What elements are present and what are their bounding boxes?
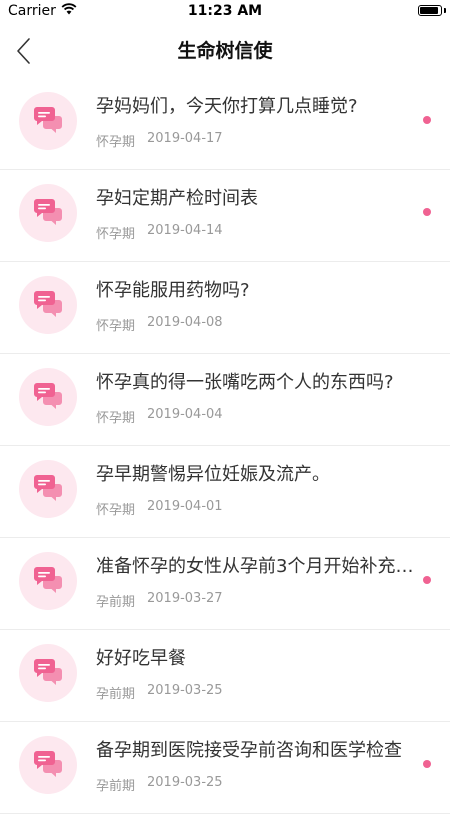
- message-category: 孕前期: [96, 779, 136, 794]
- message-item[interactable]: 怀孕能服用药物吗? 怀孕期 2019-04-08: [0, 262, 450, 354]
- status-time: 11:23 AM: [187, 3, 263, 19]
- message-category: 孕前期: [96, 595, 136, 610]
- message-item[interactable]: 孕妇定期产检时间表怀孕期 2019-04-14: [0, 170, 450, 262]
- message-category: 怀孕期: [96, 503, 136, 518]
- message-category: 怀孕期: [96, 227, 136, 242]
- chat-bubbles-icon: [19, 92, 77, 150]
- chat-bubbles-icon: [19, 184, 77, 242]
- message-meta: 怀孕期 2019-04-14: [96, 223, 223, 242]
- message-category: 怀孕期: [96, 135, 136, 150]
- unread-dot: [423, 116, 431, 124]
- battery-icon: [418, 5, 442, 16]
- message-date: 2019-03-27: [147, 591, 223, 606]
- message-date: 2019-04-01: [147, 499, 223, 514]
- message-title: 备孕期到医院接受孕前咨询和医学检查: [96, 740, 402, 761]
- chat-bubbles-icon: [19, 276, 77, 334]
- message-date: 2019-04-17: [147, 131, 223, 146]
- message-category: 孕前期: [96, 687, 136, 702]
- message-title: 准备怀孕的女性从孕前3个月开始补充叶酸: [96, 556, 426, 577]
- chat-bubbles-icon: [19, 736, 77, 794]
- status-bar: Carrier 11:23 AM: [0, 0, 450, 22]
- message-item[interactable]: 怀孕真的得一张嘴吃两个人的东西吗? 怀孕期 2019-04-04: [0, 354, 450, 446]
- message-date: 2019-03-25: [147, 775, 223, 790]
- message-date: 2019-04-04: [147, 407, 223, 422]
- message-meta: 孕前期 2019-03-25: [96, 683, 223, 702]
- message-title: 孕妈妈们，今天你打算几点睡觉?: [96, 96, 358, 117]
- message-title: 怀孕能服用药物吗?: [96, 280, 250, 301]
- message-item[interactable]: 孕妈妈们，今天你打算几点睡觉? 怀孕期 2019-04-17: [0, 78, 450, 170]
- message-meta: 怀孕期 2019-04-08: [96, 315, 223, 334]
- message-category: 怀孕期: [96, 411, 136, 426]
- nav-bar: 生命树信使: [0, 22, 450, 78]
- unread-dot: [423, 760, 431, 768]
- chat-bubbles-icon: [19, 368, 77, 426]
- message-title: 怀孕真的得一张嘴吃两个人的东西吗?: [96, 372, 394, 393]
- message-meta: 孕前期 2019-03-25: [96, 775, 223, 794]
- message-category: 怀孕期: [96, 319, 136, 334]
- message-date: 2019-04-14: [147, 223, 223, 238]
- message-title: 孕早期警惕异位妊娠及流产。: [96, 464, 330, 485]
- message-title: 孕妇定期产检时间表: [96, 188, 258, 209]
- message-meta: 怀孕期 2019-04-17: [96, 131, 223, 150]
- message-item[interactable]: 准备怀孕的女性从孕前3个月开始补充叶酸孕前期 2019-03-27: [0, 538, 450, 630]
- message-date: 2019-04-08: [147, 315, 223, 330]
- chat-bubbles-icon: [19, 644, 77, 702]
- message-title: 好好吃早餐: [96, 648, 186, 669]
- battery-cap: [444, 8, 446, 13]
- message-meta: 怀孕期 2019-04-01: [96, 499, 223, 518]
- message-meta: 孕前期 2019-03-27: [96, 591, 223, 610]
- chat-bubbles-icon: [19, 552, 77, 610]
- message-item[interactable]: 备孕期到医院接受孕前咨询和医学检查孕前期 2019-03-25: [0, 722, 450, 814]
- message-list: 孕妈妈们，今天你打算几点睡觉? 怀孕期 2019-04-17 孕妇定期产检时间表 怀孕期…: [0, 78, 450, 814]
- unread-dot: [423, 576, 431, 584]
- message-item[interactable]: 好好吃早餐孕前期 2019-03-25: [0, 630, 450, 722]
- chat-bubbles-icon: [19, 460, 77, 518]
- message-date: 2019-03-25: [147, 683, 223, 698]
- page-title: 生命树信使: [177, 40, 273, 62]
- message-meta: 怀孕期 2019-04-04: [96, 407, 223, 426]
- unread-dot: [423, 208, 431, 216]
- message-item[interactable]: 孕早期警惕异位妊娠及流产。怀孕期 2019-04-01: [0, 446, 450, 538]
